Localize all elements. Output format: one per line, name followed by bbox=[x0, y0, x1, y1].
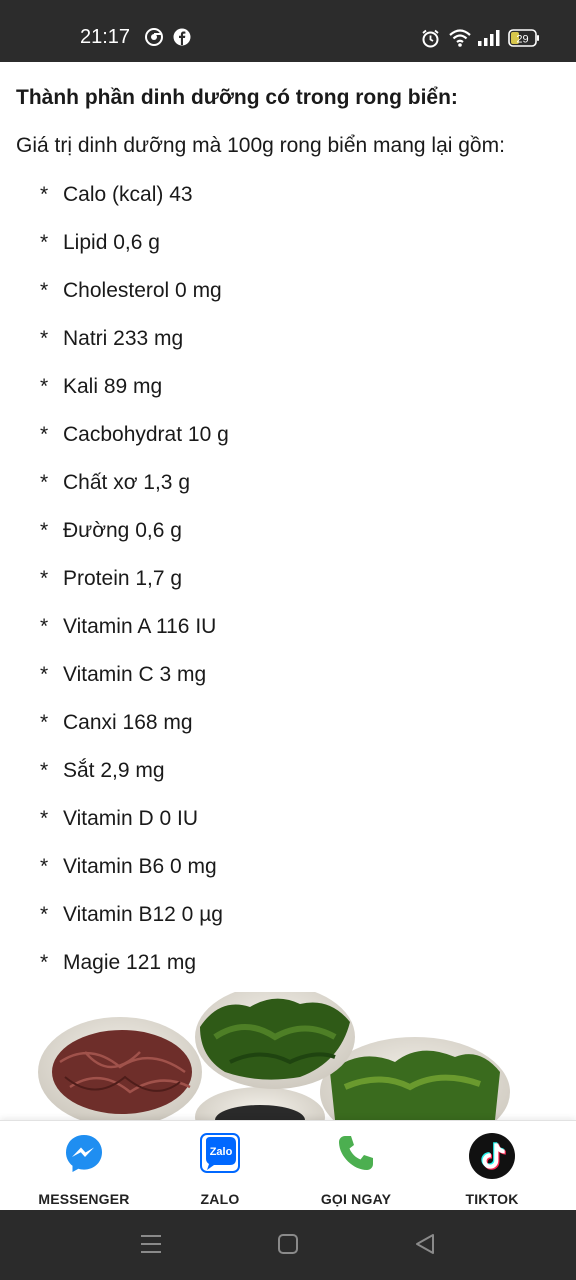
list-item: * Lipid 0,6 g bbox=[40, 228, 229, 276]
nutrient-text: Cacbohydrat 10 g bbox=[63, 423, 229, 446]
list-item: * Vitamin D 0 IU bbox=[40, 804, 229, 852]
bullet-marker: * bbox=[40, 951, 49, 974]
bullet-marker: * bbox=[40, 423, 49, 446]
status-time: 21:17 bbox=[80, 26, 131, 48]
status-bar: 21:17 29 bbox=[0, 0, 576, 62]
bullet-marker: * bbox=[40, 375, 49, 398]
zalo-logo-text: Zalo bbox=[210, 1146, 233, 1158]
list-item: * Protein 1,7 g bbox=[40, 564, 229, 612]
tiktok-button[interactable]: TIKTOK bbox=[427, 1121, 557, 1211]
call-now-button[interactable]: GỌI NGAY bbox=[291, 1121, 421, 1211]
bullet-marker: * bbox=[40, 519, 49, 542]
messenger-label: MESSENGER bbox=[38, 1191, 130, 1207]
seaweed-photo bbox=[0, 992, 576, 1120]
zalo-label: ZALO bbox=[200, 1191, 240, 1207]
alarm-icon bbox=[421, 29, 440, 53]
battery-level: 29 bbox=[516, 34, 528, 46]
system-navigation-bar bbox=[0, 1210, 576, 1280]
list-item: * Vitamin A 116 IU bbox=[40, 612, 229, 660]
nutrient-text: Canxi 168 mg bbox=[63, 711, 193, 734]
article-content: Thành phần dinh dưỡng có trong rong biển… bbox=[0, 62, 576, 1120]
tiktok-icon bbox=[469, 1133, 515, 1179]
facebook-icon bbox=[173, 28, 191, 51]
nutrient-text: Chất xơ 1,3 g bbox=[63, 471, 191, 494]
bullet-marker: * bbox=[40, 183, 49, 206]
menu-icon bbox=[141, 1235, 161, 1253]
bullet-marker: * bbox=[40, 327, 49, 350]
nutrient-text: Natri 233 mg bbox=[63, 327, 184, 350]
nutrient-text: Lipid 0,6 g bbox=[63, 231, 160, 254]
bullet-marker: * bbox=[40, 231, 49, 254]
nutrient-list: * Calo (kcal) 43 * Lipid 0,6 g * Cholesterol … bbox=[40, 180, 229, 996]
nutrient-text: Kali 89 mg bbox=[63, 375, 163, 398]
menu-button[interactable] bbox=[140, 1232, 162, 1261]
list-item: * Canxi 168 mg bbox=[40, 708, 229, 756]
bullet-marker: * bbox=[40, 567, 49, 590]
nutrient-text: Calo (kcal) 43 bbox=[63, 183, 193, 206]
list-item: * Đường 0,6 g bbox=[40, 516, 229, 564]
nutrient-text: Magie 121 mg bbox=[63, 951, 197, 974]
nutrient-text: Vitamin C 3 mg bbox=[63, 663, 207, 686]
list-item: * Cholesterol 0 mg bbox=[40, 276, 229, 324]
list-item: * Sắt 2,9 mg bbox=[40, 756, 229, 804]
nutrient-text: Vitamin B6 0 mg bbox=[63, 855, 217, 878]
back-button[interactable] bbox=[414, 1232, 436, 1261]
section-intro: Giá trị dinh dưỡng mà 100g rong biển man… bbox=[16, 134, 505, 157]
list-item: * Natri 233 mg bbox=[40, 324, 229, 372]
bullet-marker: * bbox=[40, 855, 49, 878]
zalo-button[interactable]: Zalo ZALO bbox=[155, 1121, 285, 1211]
list-item: * Vitamin C 3 mg bbox=[40, 660, 229, 708]
nutrient-text: Sắt 2,9 mg bbox=[63, 759, 165, 782]
battery-icon: 29 bbox=[508, 29, 540, 52]
bullet-marker: * bbox=[40, 903, 49, 926]
tiktok-label: TIKTOK bbox=[465, 1191, 519, 1207]
bullet-marker: * bbox=[40, 615, 49, 638]
nutrient-text: Vitamin B12 0 µg bbox=[63, 903, 223, 926]
phone-icon bbox=[339, 1136, 373, 1170]
contact-action-bar: MESSENGER Zalo ZALO GỌI NGAY TIKTOK bbox=[0, 1120, 576, 1211]
signal-icon bbox=[477, 29, 501, 52]
home-button[interactable] bbox=[277, 1232, 299, 1261]
messenger-icon bbox=[66, 1135, 102, 1172]
list-item: * Magie 121 mg bbox=[40, 948, 229, 996]
list-item: * Vitamin B12 0 µg bbox=[40, 900, 229, 948]
back-icon bbox=[416, 1234, 434, 1254]
list-item: * Chất xơ 1,3 g bbox=[40, 468, 229, 516]
bullet-marker: * bbox=[40, 279, 49, 302]
wifi-icon bbox=[448, 28, 472, 53]
nutrient-text: Đường 0,6 g bbox=[63, 519, 182, 542]
list-item: * Calo (kcal) 43 bbox=[40, 180, 229, 228]
bullet-marker: * bbox=[40, 807, 49, 830]
nutrient-text: Cholesterol 0 mg bbox=[63, 279, 222, 302]
bullet-marker: * bbox=[40, 663, 49, 686]
nutrient-text: Vitamin A 116 IU bbox=[63, 615, 217, 638]
bullet-marker: * bbox=[40, 711, 49, 734]
home-icon bbox=[278, 1234, 298, 1254]
nutrient-text: Vitamin D 0 IU bbox=[63, 807, 198, 830]
call-now-label: GỌI NGAY bbox=[320, 1191, 392, 1207]
bullet-marker: * bbox=[40, 759, 49, 782]
list-item: * Vitamin B6 0 mg bbox=[40, 852, 229, 900]
zalo-icon: Zalo bbox=[200, 1133, 240, 1173]
chrome-icon bbox=[145, 28, 163, 51]
bullet-marker: * bbox=[40, 471, 49, 494]
nutrient-text: Protein 1,7 g bbox=[63, 567, 183, 590]
section-heading: Thành phần dinh dưỡng có trong rong biển… bbox=[16, 86, 458, 109]
list-item: * Cacbohydrat 10 g bbox=[40, 420, 229, 468]
list-item: * Kali 89 mg bbox=[40, 372, 229, 420]
messenger-button[interactable]: MESSENGER bbox=[19, 1121, 149, 1211]
